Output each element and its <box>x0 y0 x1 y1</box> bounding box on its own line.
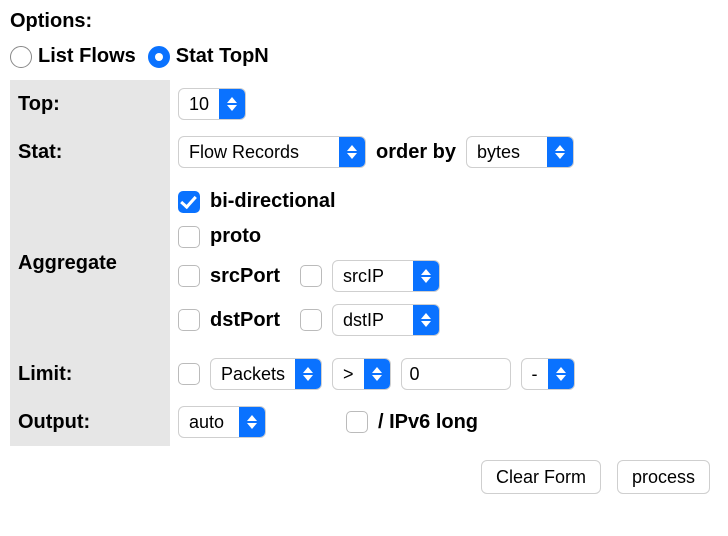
stat-topn-label: Stat TopN <box>176 45 269 68</box>
chevron-updown-icon <box>413 305 439 335</box>
action-buttons: Clear Form process <box>10 460 710 494</box>
top-select[interactable]: 10 <box>178 88 246 120</box>
limit-field-value: Packets <box>211 364 295 385</box>
orderby-select-value: bytes <box>467 142 547 163</box>
ipv6long-label: / IPv6 long <box>378 411 478 434</box>
stat-label: Stat: <box>10 128 170 176</box>
chevron-updown-icon <box>239 407 265 437</box>
limit-unit-select[interactable]: - <box>521 358 575 390</box>
output-label: Output: <box>10 398 170 446</box>
proto-label: proto <box>210 225 261 248</box>
chevron-updown-icon <box>548 359 574 389</box>
chevron-updown-icon <box>547 137 573 167</box>
srcport-label: srcPort <box>210 265 290 288</box>
dstip-select[interactable]: dstIP <box>332 304 440 336</box>
limit-op-value: > <box>333 364 364 385</box>
clear-form-button[interactable]: Clear Form <box>481 460 601 494</box>
stat-select-value: Flow Records <box>179 142 339 163</box>
srcport-checkbox[interactable] <box>178 265 200 287</box>
bidirectional-label: bi-directional <box>210 190 336 213</box>
options-table: Top: 10 Stat: Flow Records <box>10 80 710 446</box>
orderby-select[interactable]: bytes <box>466 136 574 168</box>
srcip-checkbox[interactable] <box>300 265 322 287</box>
orderby-label: order by <box>376 141 456 164</box>
limit-field-select[interactable]: Packets <box>210 358 322 390</box>
options-heading: Options: <box>10 10 718 33</box>
process-button[interactable]: process <box>617 460 710 494</box>
aggregate-label: Aggregate <box>10 176 170 350</box>
chevron-updown-icon <box>219 89 245 119</box>
dstport-checkbox[interactable] <box>178 309 200 331</box>
dstport-label: dstPort <box>210 309 290 332</box>
chevron-updown-icon <box>295 359 321 389</box>
list-flows-radio[interactable] <box>10 46 32 68</box>
chevron-updown-icon <box>339 137 365 167</box>
dstip-select-value: dstIP <box>333 310 413 331</box>
bidirectional-checkbox[interactable] <box>178 191 200 213</box>
stat-select[interactable]: Flow Records <box>178 136 366 168</box>
ipv6long-checkbox[interactable] <box>346 411 368 433</box>
output-select-value: auto <box>179 412 239 433</box>
limit-unit-value: - <box>522 364 548 385</box>
limit-op-select[interactable]: > <box>332 358 391 390</box>
srcip-select[interactable]: srcIP <box>332 260 440 292</box>
top-select-value: 10 <box>179 94 219 115</box>
chevron-updown-icon <box>364 359 390 389</box>
output-select[interactable]: auto <box>178 406 266 438</box>
limit-label: Limit: <box>10 350 170 398</box>
limit-threshold-input[interactable] <box>401 358 511 390</box>
limit-enable-checkbox[interactable] <box>178 363 200 385</box>
top-label: Top: <box>10 80 170 128</box>
dstip-checkbox[interactable] <box>300 309 322 331</box>
proto-checkbox[interactable] <box>178 226 200 248</box>
mode-selector: List Flows Stat TopN <box>10 45 718 68</box>
stat-topn-radio[interactable] <box>148 46 170 68</box>
srcip-select-value: srcIP <box>333 266 413 287</box>
chevron-updown-icon <box>413 261 439 291</box>
list-flows-label: List Flows <box>38 45 136 68</box>
